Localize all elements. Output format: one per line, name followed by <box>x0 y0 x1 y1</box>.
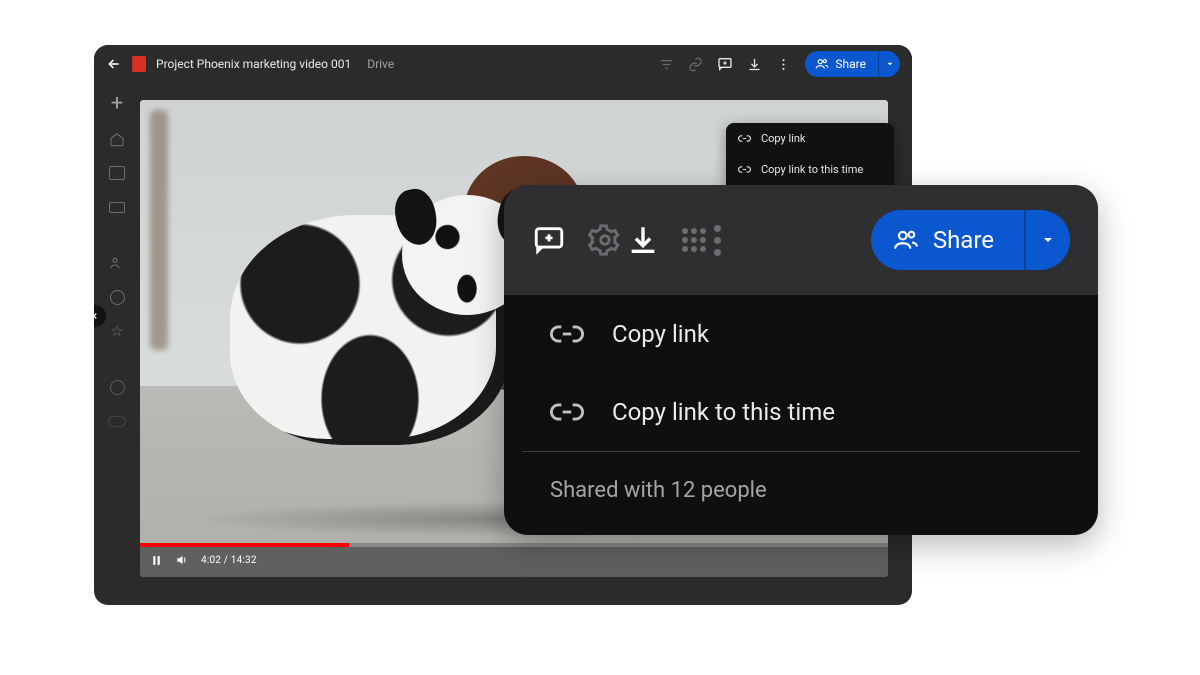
video-file-icon <box>132 56 146 72</box>
link-icon <box>550 395 584 429</box>
progress-fill <box>140 543 349 547</box>
download-icon[interactable] <box>747 57 762 72</box>
sidebar-computers-icon[interactable] <box>107 197 127 217</box>
copy-link-time-label-big: Copy link to this time <box>612 398 835 426</box>
progress-track[interactable] <box>140 543 888 547</box>
add-comment-icon[interactable] <box>717 56 733 72</box>
share-button: Share <box>805 51 900 77</box>
people-icon <box>815 57 829 71</box>
link-icon <box>738 132 751 145</box>
people-icon <box>893 227 919 253</box>
topbar-actions: Share <box>659 51 900 77</box>
share-dropdown-caret-big[interactable] <box>1024 210 1070 270</box>
apps-grid-icon[interactable] <box>682 225 721 256</box>
share-button-big: Share <box>871 210 1070 270</box>
copy-link-item[interactable]: Copy link <box>726 123 894 154</box>
share-menu-list: Copy link Copy link to this time Shared … <box>504 295 1098 535</box>
copy-link-label: Copy link <box>761 132 805 145</box>
sidebar-recent-icon[interactable] <box>107 287 127 307</box>
sidebar-shared-icon[interactable] <box>107 253 127 273</box>
sidebar: + ☆ <box>94 83 140 605</box>
pause-icon[interactable] <box>150 554 163 567</box>
link-icon <box>738 163 751 176</box>
shared-with-footer-big: Shared with 12 people <box>504 452 1098 535</box>
add-comment-icon[interactable] <box>532 223 566 257</box>
share-label: Share <box>835 57 866 71</box>
share-button-main[interactable]: Share <box>805 57 878 71</box>
copy-link-time-item[interactable]: Copy link to this time <box>726 154 894 185</box>
chevron-down-icon <box>1040 232 1056 248</box>
file-location: Drive <box>367 57 394 71</box>
more-icon[interactable] <box>776 57 791 72</box>
volume-icon[interactable] <box>175 553 189 567</box>
timecode: 4:02 / 14:32 <box>201 555 257 566</box>
playback-bar: 4:02 / 14:32 <box>140 543 888 577</box>
share-menu-header: Share <box>504 185 1098 295</box>
download-icon[interactable] <box>626 223 660 257</box>
share-label-big: Share <box>933 226 994 254</box>
link-icon[interactable] <box>688 57 703 72</box>
add-button[interactable]: + <box>111 93 123 115</box>
copy-link-item-big[interactable]: Copy link <box>504 295 1098 373</box>
share-dropdown-caret[interactable] <box>878 51 900 77</box>
share-menu-zoom: Share Copy link Copy link to this time S… <box>504 185 1098 535</box>
sidebar-starred-icon[interactable]: ☆ <box>107 321 127 341</box>
sidebar-storage-icon[interactable] <box>107 411 127 431</box>
share-button-big-main[interactable]: Share <box>871 226 1024 254</box>
sidebar-trash-icon[interactable] <box>107 377 127 397</box>
copy-link-label-big: Copy link <box>612 320 709 348</box>
topbar: Project Phoenix marketing video 001 Driv… <box>94 45 912 83</box>
settings-icon[interactable] <box>588 223 622 257</box>
sidebar-home-icon[interactable] <box>107 129 127 149</box>
file-title: Project Phoenix marketing video 001 <box>156 57 351 71</box>
filter-icon[interactable] <box>659 57 674 72</box>
sidebar-drive-icon[interactable] <box>107 163 127 183</box>
copy-link-time-item-big[interactable]: Copy link to this time <box>504 373 1098 451</box>
link-icon <box>550 317 584 351</box>
copy-link-time-label: Copy link to this time <box>761 163 863 176</box>
back-button[interactable] <box>106 56 122 72</box>
